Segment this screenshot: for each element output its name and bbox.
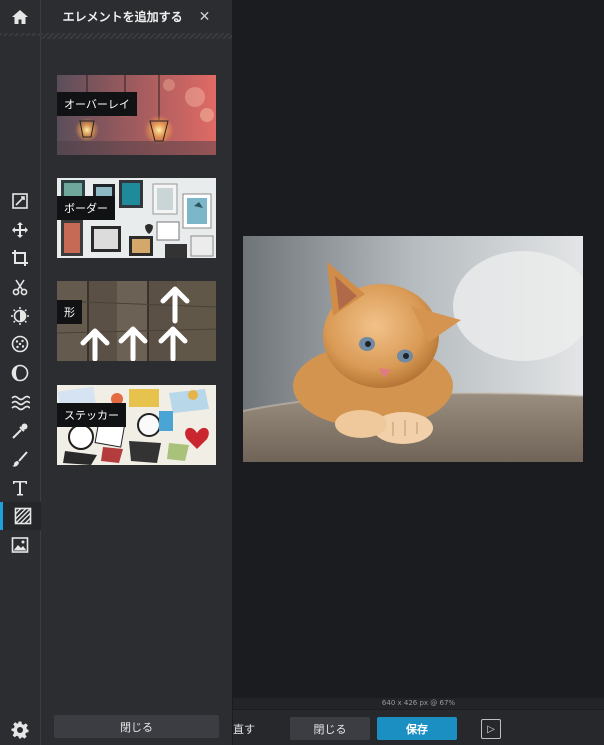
- sticker-card[interactable]: ステッカー: [57, 385, 216, 465]
- dropper-icon[interactable]: [0, 417, 40, 445]
- left-toolbar: [0, 0, 43, 745]
- home-icon[interactable]: [0, 3, 40, 31]
- text-icon[interactable]: [0, 474, 40, 502]
- panel-header: エレメントを追加する ✕: [41, 0, 232, 33]
- shape-label: 形: [57, 300, 82, 324]
- bottom-bar: 直す 閉じる 保存 ▷: [233, 710, 604, 745]
- filter-icon[interactable]: [0, 330, 40, 358]
- cut-icon[interactable]: [0, 273, 40, 301]
- sticker-label: ステッカー: [57, 403, 126, 427]
- save-button[interactable]: 保存: [377, 717, 457, 740]
- shape-card[interactable]: 形: [57, 281, 216, 361]
- edit-icon[interactable]: [0, 187, 40, 215]
- brush-icon[interactable]: [0, 445, 40, 473]
- crop-icon[interactable]: [0, 244, 40, 272]
- toolbar-divider: [0, 33, 40, 36]
- wave-icon[interactable]: [0, 388, 40, 416]
- add-element-panel: エレメントを追加する ✕ オーバーレイ ボーダー 形 ステッカー 閉じる: [41, 0, 232, 745]
- adjust-icon[interactable]: [0, 302, 40, 330]
- panel-close-button[interactable]: 閉じる: [54, 715, 219, 738]
- panel-title: エレメントを追加する: [62, 10, 183, 24]
- redo-button[interactable]: 直す: [233, 717, 273, 740]
- kitten-photo: [243, 236, 583, 462]
- image-size-status: 640 x 426 px @ 67%: [233, 698, 604, 709]
- panel-divider: [41, 33, 232, 39]
- close-icon[interactable]: ✕: [199, 9, 211, 25]
- settings-icon[interactable]: [0, 716, 40, 744]
- vignette-icon[interactable]: [0, 359, 40, 387]
- overlay-card[interactable]: オーバーレイ: [57, 75, 216, 155]
- border-label: ボーダー: [57, 196, 115, 220]
- image-icon[interactable]: [0, 531, 40, 559]
- panel-toggle-icon[interactable]: ▷: [481, 719, 501, 739]
- close-button[interactable]: 閉じる: [290, 717, 370, 740]
- canvas-image[interactable]: [243, 236, 583, 462]
- move-icon[interactable]: [0, 216, 40, 244]
- border-card[interactable]: ボーダー: [57, 178, 216, 258]
- overlay-label: オーバーレイ: [57, 92, 137, 116]
- pattern-icon[interactable]: [0, 502, 43, 530]
